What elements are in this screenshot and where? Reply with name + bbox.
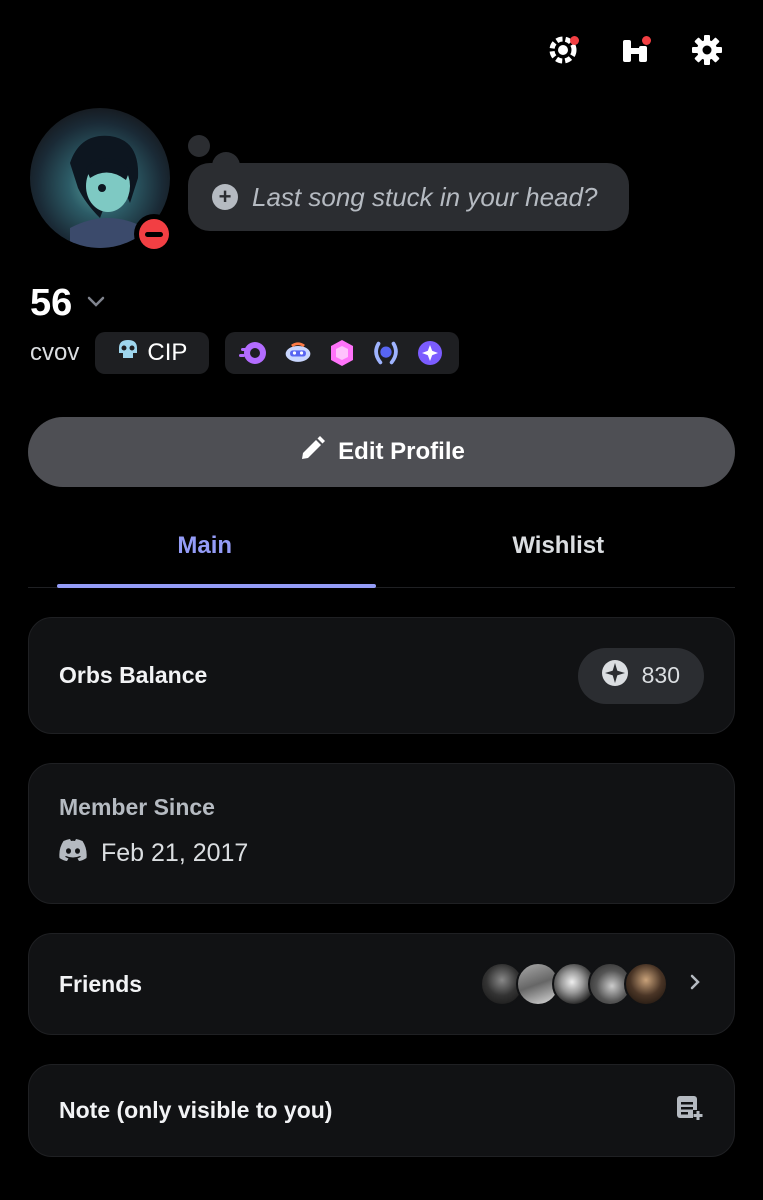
laurel-badge-icon[interactable] xyxy=(371,338,401,368)
add-note-icon[interactable] xyxy=(674,1093,704,1128)
status-prompt: Last song stuck in your head? xyxy=(252,181,598,212)
member-since-label: Member Since xyxy=(59,794,215,820)
friend-avatar-stack xyxy=(480,962,668,1006)
top-toolbar xyxy=(545,32,725,68)
member-since-card: Member Since Feb 21, 2017 xyxy=(28,763,735,904)
bubble-tail xyxy=(188,135,210,157)
tab-wishlist[interactable]: Wishlist xyxy=(382,520,736,587)
status-indicator xyxy=(134,214,174,254)
nitro-icon[interactable] xyxy=(545,32,581,68)
dnd-icon xyxy=(139,219,169,249)
badge-list xyxy=(225,332,460,374)
orbs-balance-title: Orbs Balance xyxy=(59,662,208,688)
clan-tag[interactable]: CIP xyxy=(95,332,210,374)
clan-tag-label: CIP xyxy=(147,339,188,366)
display-name-row[interactable]: 56 xyxy=(30,282,106,325)
nitro-badge-icon[interactable] xyxy=(239,338,269,368)
settings-icon[interactable] xyxy=(689,32,725,68)
orb-badge-icon[interactable] xyxy=(415,338,445,368)
friend-avatar xyxy=(624,962,668,1006)
avatar[interactable] xyxy=(30,108,174,254)
orbs-balance-pill[interactable]: 830 xyxy=(577,647,704,704)
pencil-icon xyxy=(298,435,326,470)
orbs-balance-card[interactable]: Orbs Balance 830 xyxy=(28,617,735,734)
friends-preview xyxy=(480,962,704,1006)
friends-title: Friends xyxy=(59,970,143,997)
profile-tabs: Main Wishlist xyxy=(28,520,735,588)
friends-card[interactable]: Friends xyxy=(28,933,735,1035)
member-since-date: Feb 21, 2017 xyxy=(101,839,249,867)
chevron-right-icon xyxy=(686,973,704,996)
username-row: cvov CIP xyxy=(30,332,460,374)
custom-status-button[interactable]: + Last song stuck in your head? xyxy=(188,163,629,231)
username: cvov xyxy=(30,339,80,366)
note-card[interactable]: Note (only visible to you) xyxy=(28,1064,735,1157)
orb-icon xyxy=(600,658,630,694)
note-title: Note (only visible to you) xyxy=(59,1097,333,1123)
discord-icon xyxy=(59,839,87,868)
member-since-row: Feb 21, 2017 xyxy=(59,839,704,868)
edit-profile-label: Edit Profile xyxy=(338,438,465,465)
notification-dot xyxy=(570,36,579,45)
skull-icon xyxy=(115,337,141,370)
orbs-balance-value: 830 xyxy=(641,662,680,688)
chevron-down-icon xyxy=(86,291,106,316)
notification-dot xyxy=(642,36,651,45)
shop-icon[interactable] xyxy=(617,32,653,68)
tab-main[interactable]: Main xyxy=(28,520,382,588)
edit-profile-button[interactable]: Edit Profile xyxy=(28,417,735,487)
add-icon: + xyxy=(212,184,238,210)
display-name: 56 xyxy=(30,282,73,324)
quest-badge-icon[interactable] xyxy=(283,338,313,368)
boost-badge-icon[interactable] xyxy=(327,338,357,368)
